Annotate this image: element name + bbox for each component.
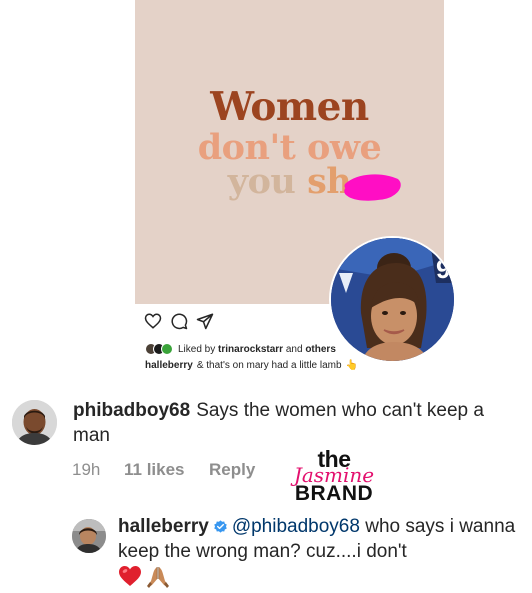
profile-photo-illustration: 9 [331, 238, 454, 361]
comment-username[interactable]: halleberry [118, 516, 209, 537]
quote-word-you: you [227, 161, 308, 202]
comment-meta: 19h 11 likes Reply [72, 460, 255, 480]
liked-suffix: and [283, 343, 306, 355]
avatar-illustration [72, 519, 106, 553]
liked-user-link[interactable]: trinarockstarr [218, 344, 283, 355]
post-action-bar [144, 312, 214, 332]
liker-avatar [161, 343, 173, 355]
comment-likes-count[interactable]: 11 likes [124, 460, 209, 480]
halleberry-avatar[interactable] [72, 519, 106, 553]
heart-icon[interactable] [144, 312, 162, 330]
quote-line-1: Women [210, 84, 369, 130]
emoji-row [118, 565, 170, 589]
liked-others-link[interactable]: others [305, 344, 336, 355]
avatar-illustration [12, 400, 57, 445]
praying-hands-emoji [147, 567, 169, 588]
jasmine-brand-watermark: the Jasmine BRAND [279, 448, 389, 505]
quote-line-2: don't owe [197, 127, 382, 168]
comment-username[interactable]: phibadboy68 [73, 400, 190, 421]
censor-scribble [344, 174, 401, 201]
share-icon[interactable] [196, 312, 214, 330]
comment-body: halleberry @phibadboy68 who says i wanna… [118, 514, 528, 564]
halleberry-profile-photo: 9 [329, 236, 456, 363]
verified-badge-icon [214, 520, 227, 533]
liked-by-row[interactable]: Liked by trinarockstarr and others [145, 341, 336, 357]
watermark-brand: BRAND [294, 482, 374, 505]
liked-prefix: Liked by [178, 343, 219, 355]
caption-text: & that's on mary had a little lamb [196, 360, 342, 371]
liked-avatars [145, 343, 173, 355]
comment-icon[interactable] [170, 312, 188, 330]
mention-link[interactable]: @phibadboy68 [232, 516, 360, 537]
comment-timestamp: 19h [72, 460, 101, 479]
reply-button[interactable]: Reply [209, 460, 255, 480]
comment-body: phibadboy68 Says the women who can't keep… [73, 398, 523, 448]
post-caption: halleberry & that's on mary had a little… [145, 360, 358, 371]
pointing-up-emoji: 👆 [345, 360, 359, 371]
liked-by-text: Liked by trinarockstarr and others [178, 344, 336, 355]
caption-username[interactable]: halleberry [145, 360, 193, 371]
red-heart-emoji [119, 566, 141, 586]
phibadboy68-avatar[interactable] [12, 400, 57, 445]
